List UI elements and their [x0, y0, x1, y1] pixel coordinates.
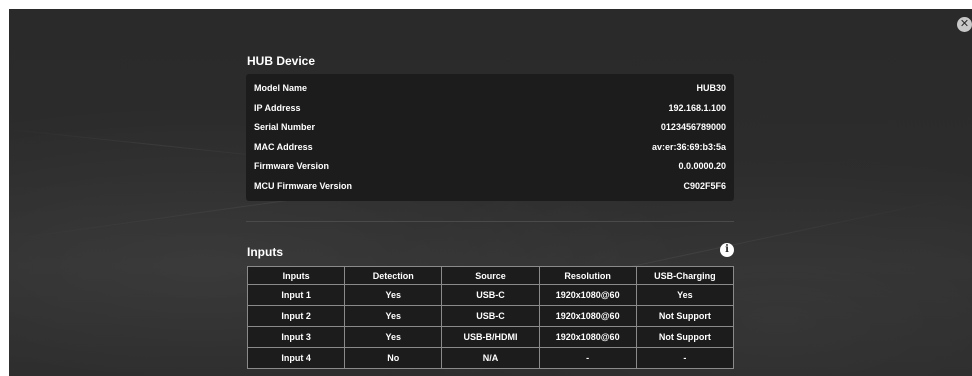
table-cell: Yes: [344, 326, 443, 348]
inputs-table: Inputs Detection Source Resolution USB-C…: [246, 266, 735, 369]
device-row-value: HUB30: [696, 83, 726, 93]
device-row-mac-address: MAC Address av:er:36:69:b3:5a: [246, 137, 734, 156]
table-cell: Yes: [344, 284, 443, 306]
table-cell: No: [344, 347, 443, 369]
table-row: Input 2 Yes USB-C 1920x1080@60 Not Suppo…: [246, 305, 735, 327]
close-button[interactable]: ✕: [957, 17, 972, 32]
table-header-row: Inputs Detection Source Resolution USB-C…: [246, 266, 735, 285]
device-row-value: C902F5F6: [683, 181, 726, 191]
table-cell: -: [538, 347, 637, 369]
table-cell: N/A: [441, 347, 540, 369]
device-row-ip-address: IP Address 192.168.1.100: [246, 98, 734, 117]
table-row: Input 4 No N/A - -: [246, 347, 735, 369]
table-cell: Yes: [635, 284, 735, 306]
column-header-usb-charging: USB-Charging: [635, 266, 735, 285]
device-row-firmware-version: Firmware Version 0.0.0000.20: [246, 156, 734, 175]
device-row-mcu-firmware-version: MCU Firmware Version C902F5F6: [246, 176, 734, 195]
device-row-label: Model Name: [254, 83, 308, 93]
table-cell: Input 4: [246, 347, 346, 369]
section-divider: [246, 221, 734, 222]
table-cell: Input 2: [246, 305, 346, 327]
table-cell: USB-C: [441, 305, 540, 327]
device-row-value: av:er:36:69:b3:5a: [651, 142, 726, 152]
table-cell: Not Support: [635, 326, 735, 348]
column-header-inputs: Inputs: [246, 266, 346, 285]
table-cell: 1920x1080@60: [538, 326, 637, 348]
device-row-value: 0123456789000: [660, 122, 726, 132]
table-cell: 1920x1080@60: [538, 284, 637, 306]
device-row-label: IP Address: [254, 103, 301, 113]
table-cell: USB-B/HDMI: [441, 326, 540, 348]
info-icon[interactable]: i: [720, 243, 734, 257]
device-row-serial-number: Serial Number 0123456789000: [246, 117, 734, 136]
table-cell: Yes: [344, 305, 443, 327]
table-cell: USB-C: [441, 284, 540, 306]
table-cell: Input 3: [246, 326, 346, 348]
device-row-value: 192.168.1.100: [668, 103, 726, 113]
close-icon: ✕: [959, 18, 970, 30]
device-row-label: MCU Firmware Version: [254, 181, 353, 191]
table-cell: Input 1: [246, 284, 346, 306]
inputs-title: Inputs: [247, 245, 283, 259]
device-row-model-name: Model Name HUB30: [246, 78, 734, 97]
device-row-label: Serial Number: [254, 122, 316, 132]
table-cell: -: [635, 347, 735, 369]
hub-device-panel: Model Name HUB30 IP Address 192.168.1.10…: [246, 74, 734, 201]
table-row: Input 3 Yes USB-B/HDMI 1920x1080@60 Not …: [246, 326, 735, 348]
device-row-label: Firmware Version: [254, 161, 330, 171]
device-row-label: MAC Address: [254, 142, 313, 152]
column-header-source: Source: [441, 266, 540, 285]
column-header-resolution: Resolution: [538, 266, 637, 285]
column-header-detection: Detection: [344, 266, 443, 285]
table-cell: 1920x1080@60: [538, 305, 637, 327]
device-row-value: 0.0.0000.20: [678, 161, 726, 171]
hub-device-title: HUB Device: [247, 54, 316, 68]
table-cell: Not Support: [635, 305, 735, 327]
table-row: Input 1 Yes USB-C 1920x1080@60 Yes: [246, 284, 735, 306]
